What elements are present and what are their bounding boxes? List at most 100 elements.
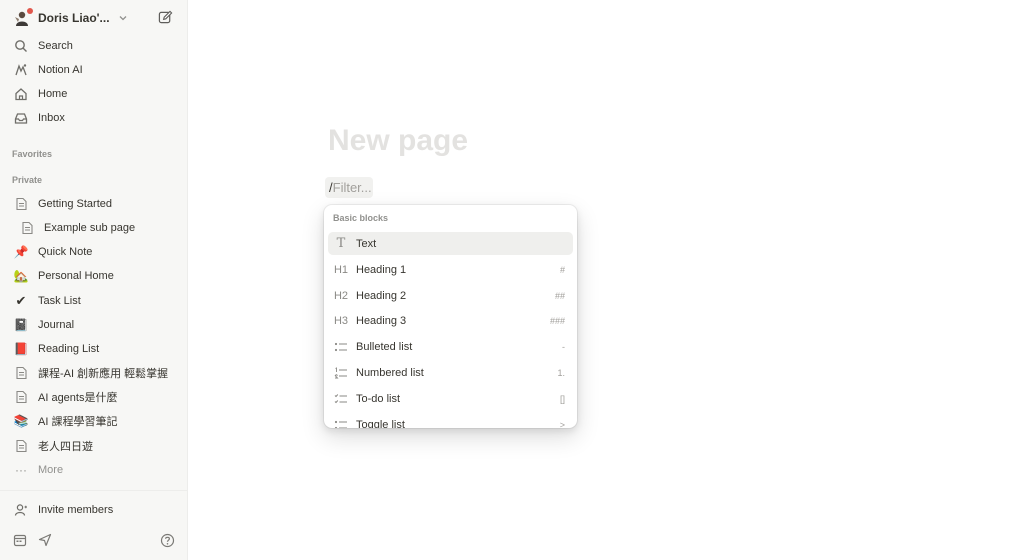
page-label: Task List: [38, 295, 81, 307]
text-icon: T: [336, 236, 346, 251]
page-icon: [12, 195, 30, 213]
menu-item-text[interactable]: T Text: [328, 232, 573, 255]
page-icon: [12, 364, 30, 382]
notebook-icon: 📓: [13, 318, 29, 332]
home-icon: [12, 85, 30, 103]
nav-inbox[interactable]: Inbox: [8, 107, 180, 129]
page-getting-started[interactable]: Getting Started: [8, 193, 180, 215]
toggle-list-icon: [333, 417, 349, 428]
nav-label: Home: [38, 88, 68, 100]
more-label: More: [38, 464, 64, 476]
nav-notion-ai[interactable]: Notion AI: [8, 59, 180, 81]
compose-icon: [158, 10, 173, 24]
page-label: Example sub page: [44, 222, 136, 234]
filter-placeholder: Filter...: [332, 180, 372, 195]
page-label: AI agents是什麼: [38, 392, 118, 404]
book-icon: 📕: [13, 342, 29, 356]
page-ai-agents[interactable]: AI agents是什麼: [8, 386, 180, 408]
page-trip[interactable]: 老人四日遊: [8, 435, 180, 457]
page-personal-home[interactable]: 🏡 Personal Home: [8, 265, 180, 287]
heading2-icon: H2: [333, 289, 349, 302]
notion-ai-icon: [12, 61, 30, 79]
menu-item-shortcut: 1.: [557, 367, 565, 378]
slash-command-menu: Basic blocks T Text H1 Heading 1 # H2 He…: [324, 205, 577, 428]
nav-search[interactable]: Search: [8, 35, 180, 57]
workspace-switcher[interactable]: Doris Liao'...: [8, 6, 180, 30]
workspace-name: Doris Liao'...: [38, 11, 110, 25]
menu-item-shortcut: ##: [554, 290, 565, 301]
page-icon: [18, 219, 36, 237]
page-label: Reading List: [38, 343, 100, 355]
numbered-list-icon: [333, 365, 349, 381]
invite-members-label: Invite members: [38, 504, 114, 516]
page-label: 課程-AI 創新應用 輕鬆掌握: [38, 368, 169, 380]
workspace-avatar: [12, 8, 33, 28]
inbox-icon: [12, 109, 30, 127]
menu-section-header: Basic blocks: [333, 213, 389, 223]
sidebar-divider: [0, 490, 188, 491]
private-section-label: Private: [12, 175, 43, 185]
page-label: Journal: [38, 319, 75, 331]
menu-item-heading-3[interactable]: H3 Heading 3 ###: [328, 309, 573, 332]
search-icon: [12, 37, 30, 55]
menu-item-shortcut: ###: [549, 315, 565, 326]
menu-item-toggle-list[interactable]: Toggle list >: [328, 413, 573, 428]
page-label: 老人四日遊: [38, 441, 93, 453]
new-page-button[interactable]: [158, 10, 174, 26]
page-task-list[interactable]: ✔ Task List: [8, 290, 180, 312]
books-icon: 📚: [13, 414, 29, 428]
page-icon: [12, 437, 30, 455]
menu-item-shortcut: []: [559, 393, 565, 404]
page-reading-list[interactable]: 📕 Reading List: [8, 338, 180, 360]
invite-members-button[interactable]: Invite members: [8, 499, 180, 521]
menu-item-numbered-list[interactable]: Numbered list 1.: [328, 361, 573, 384]
page-label: AI 課程學習筆記: [38, 416, 118, 428]
page-label: Personal Home: [38, 270, 114, 282]
menu-item-label: Bulleted list: [356, 340, 413, 353]
heading3-icon: H3: [333, 314, 349, 327]
menu-item-label: Text: [356, 237, 377, 250]
checkmark-icon: ✔: [15, 293, 27, 309]
page-journal[interactable]: 📓 Journal: [8, 314, 180, 336]
page-label: Getting Started: [38, 198, 112, 210]
menu-item-shortcut: #: [559, 264, 565, 275]
more-button[interactable]: ··· More: [8, 459, 180, 481]
bulleted-list-icon: [333, 339, 349, 355]
more-icon: ···: [15, 463, 27, 477]
favorites-section-label: Favorites: [12, 149, 53, 159]
house-icon: 🏡: [13, 269, 29, 283]
menu-item-shortcut: -: [562, 341, 565, 352]
menu-item-label: Heading 2: [356, 289, 407, 302]
calendar-icon[interactable]: [13, 533, 29, 549]
pushpin-icon: 📌: [13, 245, 29, 259]
menu-item-label: To-do list: [356, 392, 401, 405]
menu-item-heading-1[interactable]: H1 Heading 1 #: [328, 258, 573, 281]
nav-label: Notion AI: [38, 64, 83, 76]
page-example-sub-page[interactable]: Example sub page: [14, 217, 180, 239]
menu-item-label: Numbered list: [356, 366, 424, 379]
menu-item-shortcut: >: [559, 419, 565, 429]
menu-item-label: Toggle list: [356, 418, 405, 429]
menu-item-todo-list[interactable]: To-do list []: [328, 387, 573, 410]
page-icon: [12, 388, 30, 406]
send-icon[interactable]: [38, 533, 54, 549]
invite-person-icon: [12, 501, 30, 519]
nav-label: Inbox: [38, 112, 65, 124]
nav-label: Search: [38, 40, 73, 52]
page-ai-course[interactable]: 課程-AI 創新應用 輕鬆掌握: [8, 362, 180, 384]
help-icon[interactable]: [160, 533, 176, 549]
page-quick-note[interactable]: 📌 Quick Note: [8, 241, 180, 263]
todo-list-icon: [333, 391, 349, 407]
notification-dot: [27, 8, 33, 14]
menu-item-heading-2[interactable]: H2 Heading 2 ##: [328, 284, 573, 307]
slash-command-input[interactable]: / Filter...: [325, 177, 373, 198]
nav-home[interactable]: Home: [8, 83, 180, 105]
page-label: Quick Note: [38, 246, 93, 258]
menu-item-label: Heading 3: [356, 314, 407, 327]
menu-item-bulleted-list[interactable]: Bulleted list -: [328, 335, 573, 358]
chevron-down-icon: [118, 12, 130, 24]
sidebar: Doris Liao'... Search Notion AI Home Inb…: [0, 0, 188, 560]
page-ai-notes[interactable]: 📚 AI 課程學習筆記: [8, 410, 180, 432]
heading1-icon: H1: [333, 263, 349, 276]
page-title-placeholder[interactable]: New page: [328, 124, 468, 158]
